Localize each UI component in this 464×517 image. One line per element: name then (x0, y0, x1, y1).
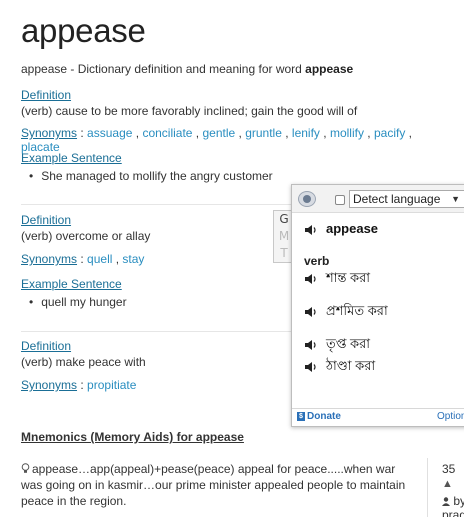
donate-link[interactable]: $ Donate (297, 411, 341, 422)
definition-text-1: (verb) cause to be more favorably inclin… (21, 104, 358, 118)
intro-line: appease - Dictionary definition and mean… (21, 62, 353, 76)
synonym-propitiate[interactable]: propitiate (87, 378, 136, 392)
translate-popup: Detect language ▼ appease verb শান্ত করা … (291, 184, 464, 427)
bulb-icon (21, 462, 30, 473)
mnemonic-vote-count: 35 ▲ (442, 462, 464, 490)
language-select[interactable]: Detect language ▼ (349, 190, 464, 208)
translation-row-1: শান্ত করা (304, 269, 370, 290)
translation-row-4: ঠাণ্ডা করা (304, 357, 375, 378)
user-icon (442, 495, 450, 506)
synonym-gruntle[interactable]: gruntle (245, 126, 282, 140)
example-sentence-1: She managed to mollify the angry custome… (29, 169, 451, 183)
example-1: Example Sentence She managed to mollify … (21, 151, 451, 183)
sense-1: Definition (verb) cause to be more favor… (21, 88, 451, 118)
synonyms-label-2[interactable]: Synonyms (21, 252, 77, 266)
synonym-mollify[interactable]: mollify (330, 126, 364, 140)
options-link[interactable]: Options (437, 411, 464, 422)
synonyms-label-1[interactable]: Synonyms (21, 126, 77, 140)
definition-label-3[interactable]: Definition (21, 339, 71, 353)
speaker-icon[interactable] (304, 339, 318, 351)
translation-row-2: প্রশমিত করা (304, 302, 388, 323)
popup-footer: $Donate Options (292, 408, 464, 426)
vote-count: 35 (442, 462, 456, 476)
mnemonic-author: by prag (442, 494, 464, 517)
definition-label-2[interactable]: Definition (21, 213, 71, 227)
mnemonics-title: Mnemonics (Memory Aids) for appease (21, 430, 244, 444)
eye-icon[interactable] (298, 191, 316, 207)
paypal-icon: $ (297, 411, 305, 421)
speaker-icon[interactable] (304, 306, 318, 318)
translation-4: ঠাণ্ডা করা (326, 358, 376, 373)
synonyms-row-1: Synonyms : assuage , conciliate , gentle… (21, 126, 413, 154)
speaker-icon[interactable] (304, 224, 318, 236)
page-title: appease (21, 12, 146, 49)
synonym-lenify[interactable]: lenify (292, 126, 320, 140)
detect-language-checkbox[interactable] (335, 195, 345, 205)
synonym-pacify[interactable]: pacify (374, 126, 405, 140)
synonym-quell[interactable]: quell (87, 252, 112, 266)
translation-2: প্রশমিত করা (326, 303, 388, 318)
translation-row-3: তৃপ্ত করা (304, 335, 370, 356)
translation-3: তৃপ্ত করা (326, 336, 371, 351)
speaker-icon[interactable] (304, 361, 318, 373)
intro-word: appease (305, 62, 354, 76)
mnemonic-text: appease…app(appeal)+pease(peace) appeal … (21, 461, 416, 509)
mnemonic-body: appease…app(appeal)+pease(peace) appeal … (21, 462, 406, 508)
synonym-assuage[interactable]: assuage (87, 126, 132, 140)
example-label-1[interactable]: Example Sentence (21, 151, 122, 165)
example-label-2[interactable]: Example Sentence (21, 277, 122, 291)
language-select-value: Detect language (353, 192, 441, 206)
definition-label-1[interactable]: Definition (21, 88, 71, 102)
by-label: by (453, 494, 464, 508)
speaker-icon[interactable] (304, 273, 318, 285)
translation-1: শান্ত করা (326, 270, 371, 285)
popup-header: Detect language ▼ (292, 185, 464, 213)
column-divider (427, 458, 428, 517)
source-word: appease (326, 221, 379, 236)
synonym-conciliate[interactable]: conciliate (142, 126, 192, 140)
synonym-gentle[interactable]: gentle (202, 126, 235, 140)
part-of-speech: verb (304, 254, 330, 268)
author-name[interactable]: prag (442, 508, 464, 517)
source-word-row: appease (304, 221, 378, 236)
donate-label: Donate (307, 411, 341, 422)
synonyms-label-3[interactable]: Synonyms (21, 378, 77, 392)
thumb-icon[interactable]: ▲ (442, 478, 453, 490)
chevron-down-icon: ▼ (451, 194, 460, 204)
synonym-stay[interactable]: stay (122, 252, 144, 266)
intro-prefix: appease - Dictionary definition and mean… (21, 62, 306, 76)
